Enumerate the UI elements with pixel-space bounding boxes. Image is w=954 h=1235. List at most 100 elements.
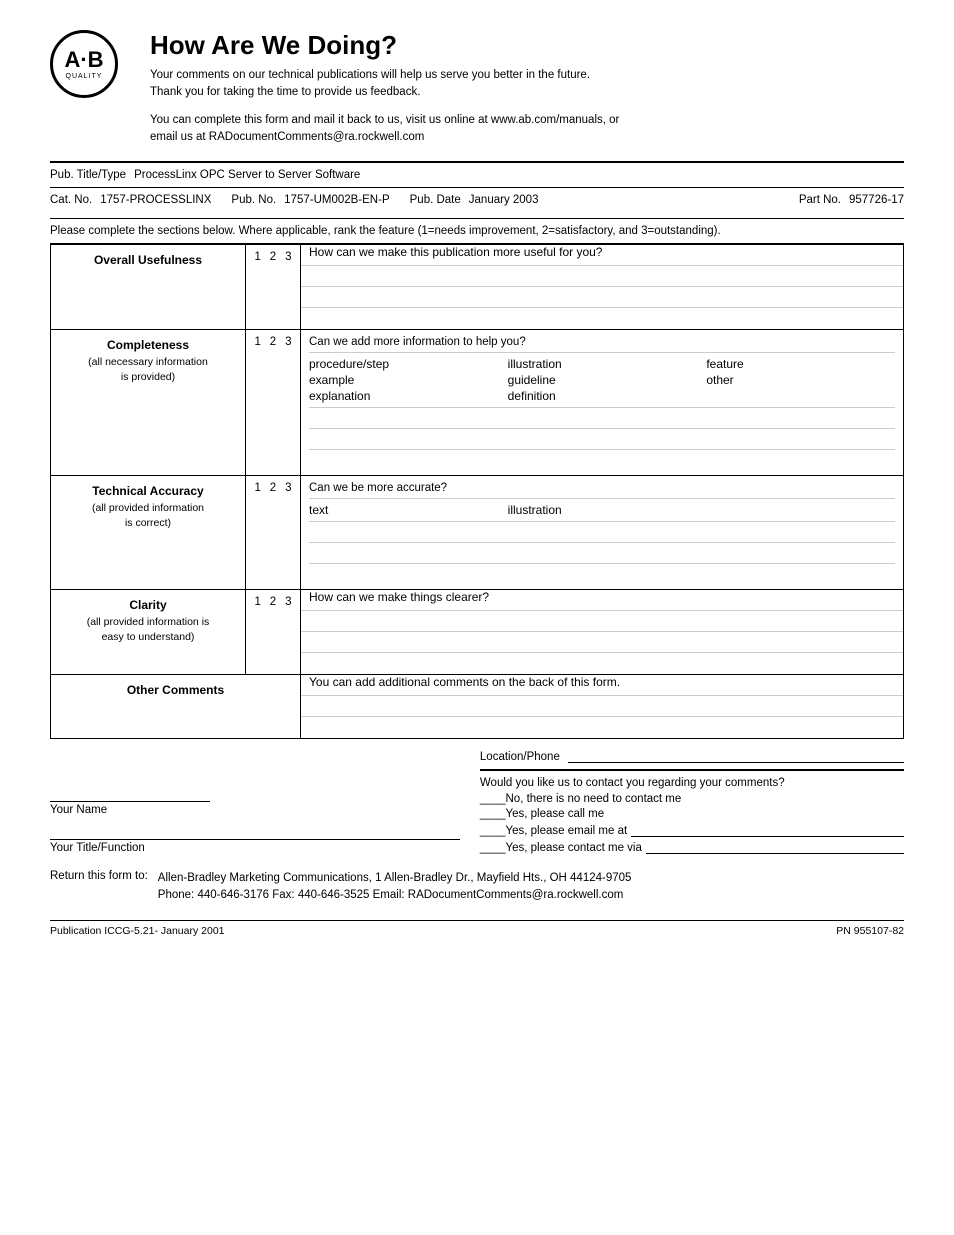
rating-3: 3	[285, 336, 291, 348]
completeness-line2[interactable]	[309, 429, 895, 450]
overall-usefulness-line1[interactable]	[301, 266, 903, 287]
rating-3: 3	[285, 596, 291, 608]
part-no-label: Part No.	[799, 194, 841, 206]
check-other: other	[706, 373, 895, 387]
clarity-line3[interactable]	[301, 653, 903, 674]
overall-usefulness-rating-cell: 1 2 3	[246, 245, 301, 330]
completeness-sublabel: (all necessary informationis provided)	[57, 355, 239, 384]
your-name-line[interactable]	[50, 786, 210, 802]
check-definition: definition	[508, 389, 697, 403]
contact-info: You can complete this form and mail it b…	[150, 112, 904, 147]
header-text: How Are We Doing? Your comments on our t…	[150, 30, 904, 146]
technical-accuracy-ratings: 1 2 3	[250, 482, 296, 494]
table-row: Technical Accuracy (all provided informa…	[51, 476, 904, 590]
rating-1: 1	[254, 596, 260, 608]
completeness-label: Completeness	[57, 338, 239, 352]
pub-date-label: Pub. Date	[410, 194, 461, 206]
name-left: Your Name Your Title/Function	[50, 786, 460, 854]
table-row: Overall Usefulness 1 2 3 How can we make…	[51, 245, 904, 330]
clarity-line2[interactable]	[301, 632, 903, 653]
clarity-label-cell: Clarity (all provided information iseasy…	[51, 590, 246, 675]
overall-usefulness-line3[interactable]	[301, 308, 903, 329]
table-row: Completeness (all necessary informationi…	[51, 330, 904, 476]
other-comments-label: Other Comments	[57, 683, 294, 697]
contact-line1: You can complete this form and mail it b…	[150, 114, 619, 126]
your-title-label: Your Title/Function	[50, 842, 460, 854]
header-section: A·B QUALITY How Are We Doing? Your comme…	[50, 30, 904, 146]
completeness-line3[interactable]	[309, 450, 895, 471]
rating-3: 3	[285, 482, 291, 494]
clarity-ratings: 1 2 3	[250, 596, 296, 608]
cat-line: Cat. No. 1757-PROCESSLINX Pub. No. 1757-…	[50, 187, 904, 212]
pub-date-value: January 2003	[469, 194, 539, 206]
technical-accuracy-label-cell: Technical Accuracy (all provided informa…	[51, 476, 246, 590]
technical-accuracy-line2[interactable]	[309, 543, 895, 564]
your-name-label: Your Name	[50, 804, 460, 816]
feedback-table: Overall Usefulness 1 2 3 How can we make…	[50, 244, 904, 739]
location-phone-line[interactable]	[568, 747, 904, 763]
part-no-value: 957726-17	[849, 194, 904, 206]
check-explanation: explanation	[309, 389, 498, 403]
pub-no-item: Pub. No. 1757-UM002B-EN-P	[231, 194, 389, 206]
your-title-line[interactable]	[50, 824, 460, 840]
rating-1: 1	[254, 482, 260, 494]
pub-no-value: 1757-UM002B-EN-P	[284, 194, 389, 206]
completeness-rating-cell: 1 2 3	[246, 330, 301, 476]
other-comments-line2[interactable]	[301, 717, 903, 738]
overall-usefulness-comments-cell: How can we make this publication more us…	[301, 245, 904, 330]
pub-title-line: Pub. Title/Type ProcessLinx OPC Server t…	[50, 169, 904, 181]
table-row: Clarity (all provided information iseasy…	[51, 590, 904, 675]
yes-email-line[interactable]	[631, 823, 904, 837]
rating-2: 2	[270, 336, 276, 348]
return-address: Allen-Bradley Marketing Communications, …	[158, 870, 632, 905]
technical-accuracy-line1[interactable]	[309, 522, 895, 543]
technical-accuracy-sublabel: (all provided informationis correct)	[57, 501, 239, 530]
overall-usefulness-label: Overall Usefulness	[57, 253, 239, 267]
overall-usefulness-question: How can we make this publication more us…	[301, 245, 903, 266]
other-comments-label-cell: Other Comments	[51, 675, 301, 739]
instructions-text: Please complete the sections below. Wher…	[50, 218, 904, 244]
your-name-field: Your Name	[50, 786, 460, 816]
technical-accuracy-rating-cell: 1 2 3	[246, 476, 301, 590]
pub-info-section: Pub. Title/Type ProcessLinx OPC Server t…	[50, 161, 904, 212]
name-row: Your Name Your Title/Function Location/P…	[50, 747, 904, 854]
subtitle-line1: Your comments on our technical publicati…	[150, 69, 590, 81]
subtitle: Your comments on our technical publicati…	[150, 67, 904, 102]
footer-part-no: PN 955107-82	[836, 925, 904, 937]
rating-3: 3	[285, 251, 291, 263]
completeness-question: Can we add more information to help you?	[309, 334, 895, 353]
page-title: How Are We Doing?	[150, 30, 904, 61]
check-feature: feature	[706, 357, 895, 371]
yes-email-option: ____Yes, please email me at	[480, 823, 904, 837]
clarity-sublabel: (all provided information iseasy to unde…	[57, 615, 239, 644]
clarity-rating-cell: 1 2 3	[246, 590, 301, 675]
contact-line2: email us at RADocumentComments@ra.rockwe…	[150, 131, 424, 143]
technical-accuracy-line3[interactable]	[309, 564, 895, 585]
rating-1: 1	[254, 251, 260, 263]
yes-contact-via-line[interactable]	[646, 840, 904, 854]
subtitle-line2: Thank you for taking the time to provide…	[150, 86, 420, 98]
technical-accuracy-comments-cell: Can we be more accurate? text illustrati…	[301, 476, 904, 590]
overall-usefulness-line2[interactable]	[301, 287, 903, 308]
other-comments-question: You can add additional comments on the b…	[301, 675, 903, 696]
location-phone-label: Location/Phone	[480, 751, 560, 763]
check-illustration: illustration	[508, 503, 697, 517]
contact-question: Would you like us to contact you regardi…	[480, 777, 904, 789]
location-phone-row: Location/Phone	[480, 747, 904, 763]
footer-publication: Publication ICCG-5.21- January 2001	[50, 925, 225, 937]
rating-2: 2	[270, 251, 276, 263]
logo-ab-text: A·B	[64, 49, 103, 71]
no-contact-option: ____No, there is no need to contact me	[480, 793, 904, 805]
completeness-label-cell: Completeness (all necessary informationi…	[51, 330, 246, 476]
part-no-item: Part No. 957726-17	[799, 194, 904, 206]
contact-divider	[480, 769, 904, 771]
contact-right: Location/Phone Would you like us to cont…	[480, 747, 904, 854]
completeness-ratings: 1 2 3	[250, 336, 296, 348]
pub-date-item: Pub. Date January 2003	[410, 194, 539, 206]
return-phone-fax-email: Phone: 440-646-3176 Fax: 440-646-3525 Em…	[158, 887, 632, 904]
other-comments-line1[interactable]	[301, 696, 903, 717]
completeness-line1[interactable]	[309, 408, 895, 429]
ab-logo: A·B QUALITY	[50, 30, 118, 98]
clarity-line1[interactable]	[301, 611, 903, 632]
yes-contact-via-label: ____Yes, please contact me via	[480, 842, 642, 854]
